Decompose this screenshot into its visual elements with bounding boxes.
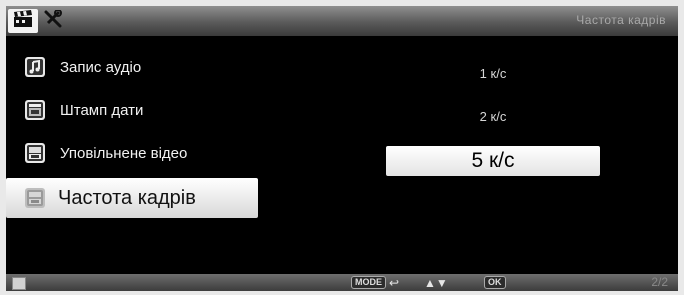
option-1-fps[interactable]: 1 к/с [386, 58, 600, 88]
page-counter: 2/2 [651, 275, 668, 289]
slow-motion-icon [24, 142, 46, 164]
frame-rate-icon [24, 187, 46, 209]
mode-back-hint: MODE ↩ [351, 274, 399, 291]
camera-menu-screen: Частота кадрів Запис аудіо Штамп дати Уп… [6, 6, 678, 291]
menu-item-label: Уповільнене відео [60, 144, 188, 162]
screen-title: Частота кадрів [576, 13, 666, 27]
menu-item-slow-motion[interactable]: Уповільнене відео [6, 133, 258, 173]
menu-item-audio-record[interactable]: Запис аудіо [6, 47, 258, 87]
nav-hint: ▲▼ [421, 274, 448, 291]
music-note-icon [24, 56, 46, 78]
settings-tools-icon [43, 8, 63, 33]
menu-item-label: Частота кадрів [58, 186, 196, 209]
option-5-fps[interactable]: 5 к/с [386, 146, 600, 176]
ok-hint: OK [484, 274, 506, 291]
option-label: 1 к/с [479, 65, 507, 81]
ok-key: OK [484, 276, 506, 289]
tab-settings[interactable] [38, 8, 68, 33]
option-2-fps[interactable]: 2 к/с [386, 101, 600, 131]
movie-clapper-icon [13, 9, 33, 33]
menu-item-frame-rate[interactable]: Частота кадрів [6, 178, 258, 218]
top-bar: Частота кадрів [6, 6, 678, 36]
mode-key: MODE [351, 276, 386, 289]
bottom-bar: MODE ↩ ▲▼ OK 2/2 [6, 274, 678, 291]
menu-item-date-stamp[interactable]: Штамп дати [6, 90, 258, 130]
menu-item-label: Штамп дати [60, 101, 144, 119]
up-down-arrows-icon: ▲▼ [424, 275, 448, 290]
back-arrow-icon: ↩ [389, 275, 400, 290]
option-label: 2 к/с [479, 108, 507, 124]
storage-indicator-icon [12, 277, 26, 290]
tab-movie[interactable] [8, 9, 38, 33]
option-label: 5 к/с [471, 149, 515, 172]
menu-item-label: Запис аудіо [60, 58, 142, 76]
calendar-icon [24, 99, 46, 121]
